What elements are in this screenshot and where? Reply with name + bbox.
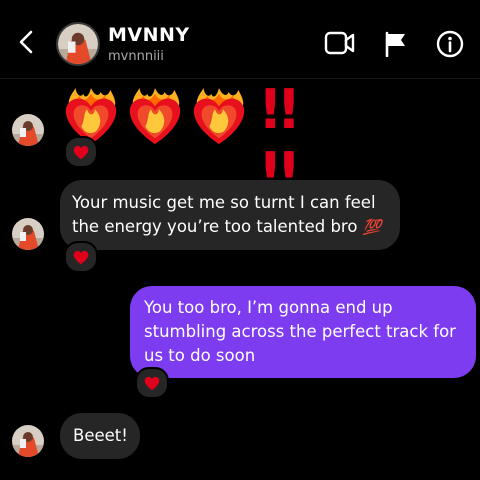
message-line: the energy you’re too talented bro 💯 [72, 217, 382, 236]
heart-reaction[interactable] [64, 241, 98, 273]
outgoing-message-bubble[interactable]: You too bro, I’m gonna end up stumbling … [130, 286, 476, 378]
flag-icon[interactable] [384, 31, 408, 61]
message-bubble[interactable]: Your music get me so turnt I can feel th… [60, 180, 400, 250]
avatar[interactable] [56, 22, 100, 66]
heart-reaction[interactable] [64, 136, 98, 168]
avatar[interactable] [12, 114, 44, 146]
conversation-header: MVNNY mvnnniii [0, 0, 480, 79]
hundred-points-icon: 💯 [362, 218, 382, 236]
video-camera-icon[interactable] [324, 30, 356, 60]
heart-reaction[interactable] [135, 367, 169, 399]
info-icon[interactable] [436, 30, 464, 62]
heart-on-fire-icon [126, 86, 184, 146]
heart-on-fire-icon [190, 86, 248, 146]
message-line: Your music get me so turnt I can feel [72, 193, 376, 212]
message-line: You too bro, I’m gonna end up [144, 298, 393, 317]
message-bubble[interactable]: Beeet! [60, 413, 140, 459]
avatar[interactable] [12, 425, 44, 457]
back-chevron-icon[interactable] [14, 28, 40, 56]
message-line: us to do soon [144, 346, 256, 365]
message-line: stumbling across the perfect track for [144, 322, 456, 341]
avatar[interactable] [12, 218, 44, 250]
contact-handle: mvnnniii [108, 49, 164, 64]
contact-name[interactable]: MVNNY [108, 24, 190, 46]
